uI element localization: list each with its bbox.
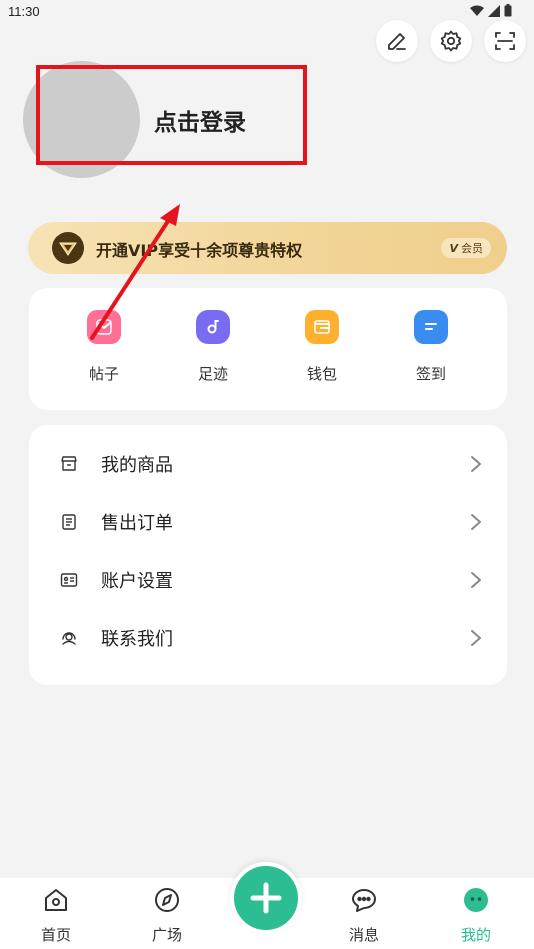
checkin-icon bbox=[414, 310, 448, 344]
nav-label: 首页 bbox=[40, 926, 71, 944]
plus-icon bbox=[250, 882, 282, 914]
signal-icon bbox=[488, 4, 500, 17]
nav-item-home[interactable]: 首页 bbox=[26, 886, 86, 945]
account-card-icon bbox=[60, 573, 78, 587]
store-icon bbox=[61, 456, 77, 471]
chevron-right-icon bbox=[471, 630, 481, 646]
chevron-right-icon bbox=[471, 456, 481, 472]
vip-crown-icon bbox=[59, 242, 77, 256]
quick-item-wallet[interactable]: 钱包 bbox=[292, 310, 352, 384]
vip-banner[interactable]: 开通VIP享受十余项尊贵特权 V 会员 bbox=[28, 222, 507, 274]
nav-item-mine[interactable]: 我的 bbox=[446, 886, 506, 945]
menu-card: 我的商品 售出订单 账户设置 联系我们 bbox=[29, 425, 507, 685]
menu-item-sold-orders[interactable]: 售出订单 bbox=[29, 493, 507, 551]
menu-item-contact-us[interactable]: 联系我们 bbox=[29, 609, 507, 667]
menu-item-label: 我的商品 bbox=[101, 455, 173, 476]
profile-face-icon bbox=[464, 888, 488, 912]
wifi-icon bbox=[470, 5, 484, 16]
wallet-icon bbox=[305, 310, 339, 344]
home-icon bbox=[45, 889, 67, 911]
message-icon bbox=[352, 889, 376, 912]
headset-icon bbox=[62, 632, 76, 645]
battery-icon bbox=[504, 4, 512, 17]
scan-icon bbox=[495, 32, 515, 50]
quick-item-label: 钱包 bbox=[306, 365, 337, 383]
menu-item-account-settings[interactable]: 账户设置 bbox=[29, 551, 507, 609]
quick-actions-card: 帖子 足迹 钱包 签到 bbox=[29, 288, 507, 410]
nav-item-square[interactable]: 广场 bbox=[137, 886, 197, 945]
gear-icon bbox=[440, 30, 462, 52]
vip-tag-prefix: V bbox=[449, 241, 458, 255]
status-time: 11:30 bbox=[8, 4, 40, 19]
create-post-button[interactable] bbox=[230, 862, 302, 934]
nav-item-messages[interactable]: 消息 bbox=[334, 886, 394, 945]
settings-button[interactable] bbox=[430, 20, 472, 62]
menu-item-label: 售出订单 bbox=[101, 513, 173, 534]
quick-item-posts[interactable]: 帖子 bbox=[74, 310, 134, 384]
vip-member-tag: V 会员 bbox=[441, 238, 491, 258]
pencil-icon bbox=[388, 33, 406, 50]
scan-button[interactable] bbox=[484, 20, 526, 62]
nav-label: 消息 bbox=[348, 926, 379, 944]
menu-item-my-products[interactable]: 我的商品 bbox=[29, 435, 507, 493]
order-icon bbox=[62, 514, 76, 530]
menu-item-label: 账户设置 bbox=[101, 571, 173, 592]
quick-item-label: 帖子 bbox=[88, 365, 119, 383]
quick-item-footprint[interactable]: 足迹 bbox=[183, 310, 243, 384]
nav-label: 我的 bbox=[460, 926, 491, 944]
annotation-highlight-box bbox=[36, 65, 307, 165]
post-icon bbox=[87, 310, 121, 344]
edit-button[interactable] bbox=[376, 20, 418, 62]
chevron-right-icon bbox=[471, 572, 481, 588]
menu-item-label: 联系我们 bbox=[101, 629, 173, 650]
vip-badge bbox=[52, 232, 84, 264]
quick-item-label: 足迹 bbox=[197, 365, 228, 383]
compass-icon bbox=[155, 888, 179, 912]
vip-tag-label: 会员 bbox=[461, 242, 483, 255]
quick-item-label: 签到 bbox=[415, 365, 446, 383]
nav-label: 广场 bbox=[151, 926, 182, 944]
quick-item-checkin[interactable]: 签到 bbox=[401, 310, 461, 384]
status-icons bbox=[470, 4, 512, 17]
footprint-icon bbox=[196, 310, 230, 344]
vip-text: 开通VIP享受十余项尊贵特权 bbox=[96, 241, 303, 260]
chevron-right-icon bbox=[471, 514, 481, 530]
